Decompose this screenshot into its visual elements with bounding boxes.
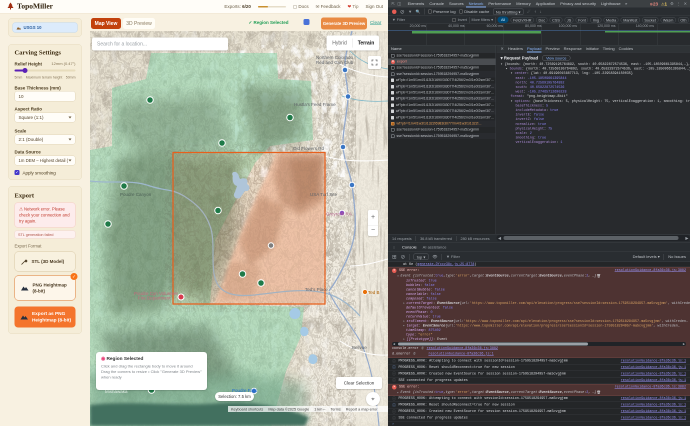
svg-text:Hustla’s Feed Frame: Hustla’s Feed Frame (294, 102, 336, 107)
svg-text:Ted's Place: Ted's Place (305, 287, 328, 292)
svg-text:Bellvue: Bellvue (352, 345, 367, 350)
svg-text:USA Turf Site: USA Turf Site (310, 192, 338, 197)
svg-text:Greyrock RA: Greyrock RA (326, 212, 352, 217)
svg-text:Fire Department: Fire Department (138, 296, 171, 301)
svg-text:Poudre Canyon: Poudre Canyon (120, 192, 152, 197)
svg-text:Ted B: Ted B (368, 290, 380, 295)
svg-text:Old Flowers Rd: Old Flowers Rd (293, 146, 325, 151)
svg-text:Red and Gun Club: Red and Gun Club (316, 60, 354, 65)
